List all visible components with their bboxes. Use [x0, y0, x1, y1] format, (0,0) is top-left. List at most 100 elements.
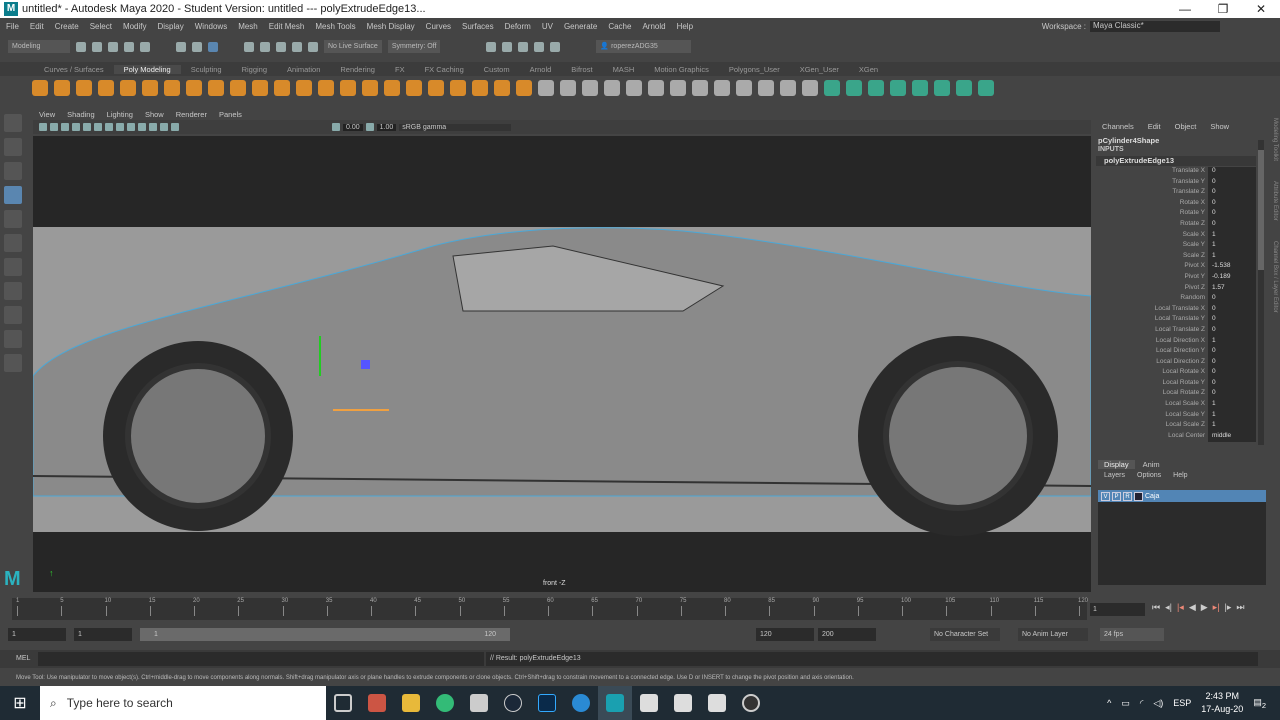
- four-view-layout-icon[interactable]: [4, 306, 22, 324]
- menu-surfaces[interactable]: Surfaces: [462, 22, 494, 31]
- app-icon[interactable]: [360, 686, 394, 720]
- channel-menu-edit[interactable]: Edit: [1148, 122, 1161, 131]
- attribute-row[interactable]: Local Rotate Z0: [1094, 389, 1256, 401]
- attribute-value[interactable]: -1.538: [1208, 262, 1256, 273]
- render-settings-icon[interactable]: [534, 41, 545, 52]
- attribute-row[interactable]: Translate Y0: [1094, 177, 1256, 189]
- character-set-dropdown[interactable]: No Character Set: [930, 628, 1000, 641]
- shelf-tool-icon[interactable]: [472, 80, 488, 96]
- shelf-tab-fx[interactable]: FX: [385, 65, 415, 74]
- shelf-tab-poly-modeling[interactable]: Poly Modeling: [113, 64, 181, 74]
- play-backward-icon[interactable]: ◀: [1189, 602, 1196, 613]
- camera-icon[interactable]: [39, 123, 47, 131]
- menu-file[interactable]: File: [6, 22, 19, 31]
- app-icon-4[interactable]: [666, 686, 700, 720]
- minimize-button[interactable]: —: [1166, 0, 1204, 18]
- attribute-label[interactable]: Rotate X: [1094, 199, 1208, 210]
- shelf-tool-icon[interactable]: [692, 80, 708, 96]
- attribute-label[interactable]: Translate Z: [1094, 188, 1208, 199]
- shelf-tool-icon[interactable]: [318, 80, 334, 96]
- attribute-row[interactable]: Local Translate Y0: [1094, 315, 1256, 326]
- attribute-label[interactable]: Local Translate X: [1094, 305, 1208, 316]
- attribute-value[interactable]: 0: [1208, 167, 1256, 178]
- go-to-start-icon[interactable]: ⏮: [1152, 602, 1160, 613]
- shelf-tool-icon[interactable]: [560, 80, 576, 96]
- symmetry-dropdown[interactable]: Symmetry: Off: [387, 40, 441, 53]
- language-indicator[interactable]: ESP: [1173, 698, 1191, 708]
- menu-arnold[interactable]: Arnold: [642, 22, 665, 31]
- go-to-end-icon[interactable]: ⏭: [1236, 602, 1244, 613]
- paint-select-icon[interactable]: [4, 162, 22, 180]
- shelf-tool-icon[interactable]: [758, 80, 774, 96]
- close-button[interactable]: ✕: [1242, 0, 1280, 18]
- shelf-tool-icon[interactable]: [208, 80, 224, 96]
- attribute-label[interactable]: Local Direction Z: [1094, 358, 1208, 369]
- attribute-label[interactable]: Local Direction Y: [1094, 347, 1208, 358]
- shelf-tool-icon[interactable]: [340, 80, 356, 96]
- menu-cache[interactable]: Cache: [608, 22, 631, 31]
- lights-icon[interactable]: [127, 123, 135, 131]
- select-component-icon[interactable]: [208, 41, 218, 52]
- wireframe-icon[interactable]: [94, 123, 102, 131]
- attribute-value[interactable]: 0: [1208, 315, 1256, 326]
- side-tab-channel-box-layer-editor[interactable]: Channel Box / Layer Editor: [1266, 241, 1278, 313]
- attribute-label[interactable]: Translate Y: [1094, 178, 1208, 189]
- menu-display[interactable]: Display: [158, 22, 184, 31]
- attribute-row[interactable]: Local Rotate X0: [1094, 368, 1256, 379]
- end-time-field[interactable]: 200: [818, 628, 876, 641]
- shelf-tool-icon[interactable]: [956, 80, 972, 96]
- playback-toggle[interactable]: P: [1112, 491, 1121, 501]
- select-hierarchy-icon[interactable]: [176, 41, 186, 52]
- menu-mesh-display[interactable]: Mesh Display: [367, 22, 415, 31]
- shelf-tool-icon[interactable]: [32, 80, 48, 96]
- attribute-row[interactable]: Pivot X -1.538: [1094, 262, 1256, 273]
- shadows-icon[interactable]: [138, 123, 146, 131]
- account-dropdown[interactable]: 👤 roperezADG35: [596, 40, 692, 53]
- attribute-label[interactable]: Scale Y: [1094, 241, 1208, 252]
- shelf-tool-icon[interactable]: [98, 80, 114, 96]
- attribute-value[interactable]: 0: [1208, 368, 1256, 379]
- playback-start-field[interactable]: 1: [74, 628, 132, 641]
- shelf-tool-icon[interactable]: [76, 80, 92, 96]
- shelf-tool-icon[interactable]: [252, 80, 268, 96]
- shelf-tab-bifrost[interactable]: Bifrost: [561, 65, 602, 74]
- menu-windows[interactable]: Windows: [195, 22, 227, 31]
- attribute-label[interactable]: Local Rotate Z: [1094, 389, 1208, 400]
- menu-edit[interactable]: Edit: [30, 22, 44, 31]
- shelf-tool-icon[interactable]: [626, 80, 642, 96]
- attribute-value[interactable]: 1: [1208, 336, 1256, 348]
- menu-deform[interactable]: Deform: [505, 22, 531, 31]
- shelf-tool-icon[interactable]: [648, 80, 664, 96]
- scale-tool-icon[interactable]: [4, 234, 22, 252]
- open-scene-icon[interactable]: [92, 41, 102, 52]
- attribute-label[interactable]: Pivot X: [1094, 262, 1208, 273]
- menu-modify[interactable]: Modify: [123, 22, 147, 31]
- shelf-tool-icon[interactable]: [846, 80, 862, 96]
- app-icon-2[interactable]: [462, 686, 496, 720]
- fps-dropdown[interactable]: 24 fps: [1100, 628, 1164, 641]
- visibility-toggle[interactable]: V: [1101, 491, 1110, 501]
- workspace-selector[interactable]: Workspace : Maya Classic*: [1042, 21, 1220, 32]
- attribute-row[interactable]: Pivot Z 1.57: [1094, 283, 1256, 295]
- attribute-label[interactable]: Local Scale X: [1094, 400, 1208, 411]
- tab-display[interactable]: Display: [1098, 460, 1135, 469]
- select-tool-icon[interactable]: [4, 114, 22, 132]
- input-node[interactable]: polyExtrudeEdge13: [1096, 156, 1256, 166]
- menu-curves[interactable]: Curves: [426, 22, 451, 31]
- shelf-tab-rigging[interactable]: Rigging: [232, 65, 277, 74]
- attribute-value[interactable]: 0: [1208, 294, 1256, 305]
- shelf-tool-icon[interactable]: [978, 80, 994, 96]
- attribute-row[interactable]: Pivot Y -0.189: [1094, 272, 1256, 284]
- channel-box-scrollbar[interactable]: [1258, 140, 1264, 445]
- snap-grid-icon[interactable]: [244, 41, 254, 52]
- shelf-tool-icon[interactable]: [164, 80, 180, 96]
- attribute-row[interactable]: Local Scale Z1: [1094, 421, 1256, 432]
- shelf-tool-icon[interactable]: [670, 80, 686, 96]
- shelf-tool-icon[interactable]: [516, 80, 532, 96]
- attribute-row[interactable]: Scale Z1: [1094, 251, 1256, 263]
- shelf-tab-fx-caching[interactable]: FX Caching: [415, 65, 474, 74]
- attribute-row[interactable]: Rotate X0: [1094, 198, 1256, 210]
- attribute-value[interactable]: -0.189: [1208, 272, 1256, 284]
- photoshop-icon[interactable]: [530, 686, 564, 720]
- shelf-tool-icon[interactable]: [274, 80, 290, 96]
